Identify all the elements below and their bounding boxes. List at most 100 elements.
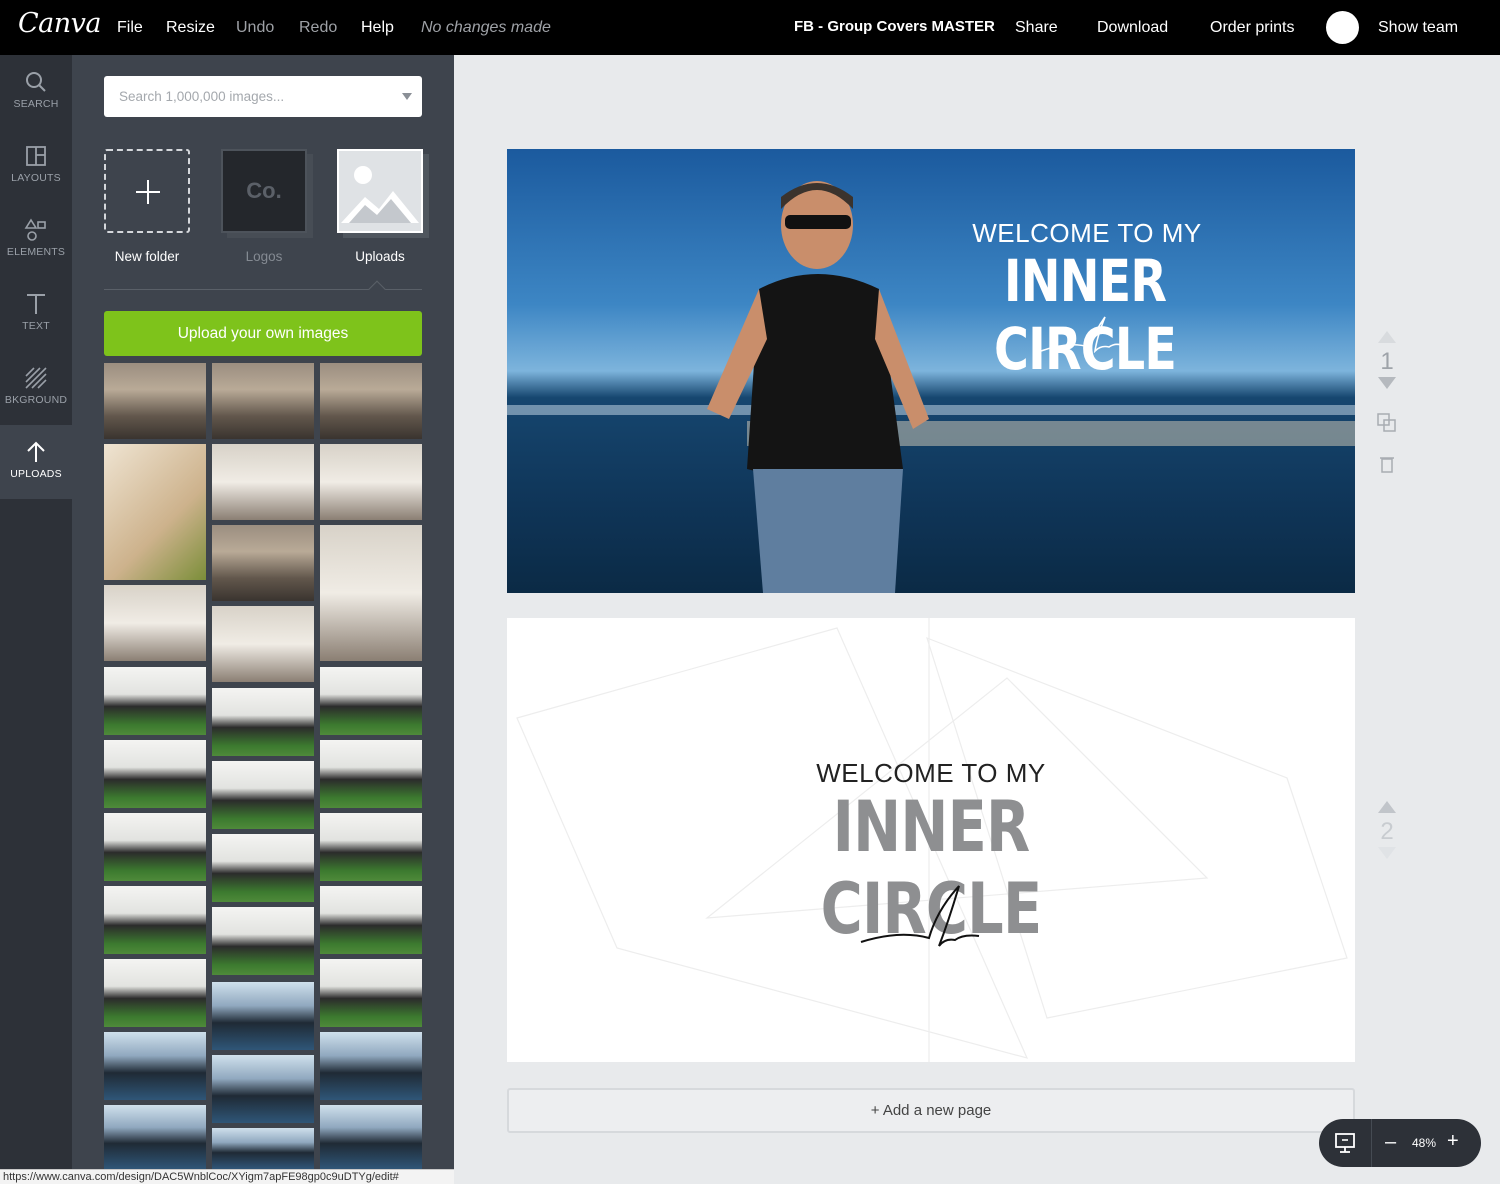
uploads-folder-tile <box>337 149 423 233</box>
resize-menu[interactable]: Resize <box>166 19 215 37</box>
logos-folder-tile: Co. <box>221 149 307 233</box>
upload-thumbnail[interactable] <box>104 813 206 881</box>
upload-thumbnail[interactable] <box>320 444 422 520</box>
share-button[interactable]: Share <box>1015 19 1058 37</box>
nav-item-layouts[interactable]: LAYOUTS <box>0 129 72 203</box>
nav-item-search[interactable]: SEARCH <box>0 55 72 129</box>
upload-thumbnail[interactable] <box>212 761 314 829</box>
order-prints-button[interactable]: Order prints <box>1210 19 1294 37</box>
upload-thumbnail[interactable] <box>212 525 314 601</box>
page-2-controls: 2 <box>1372 800 1402 864</box>
page-2-number: 2 <box>1380 818 1394 845</box>
layouts-icon <box>26 146 46 166</box>
active-folder-indicator <box>368 280 386 298</box>
upload-thumbnail[interactable] <box>320 1032 422 1100</box>
nav-item-background[interactable]: BKGROUND <box>0 351 72 425</box>
delete-page-icon[interactable] <box>1376 453 1398 475</box>
top-bar: Canva File Resize Undo Redo Help No chan… <box>0 0 1500 55</box>
nav-item-text[interactable]: TEXT <box>0 277 72 351</box>
nav-label-search: SEARCH <box>13 98 59 110</box>
design-page-1[interactable]: WELCOME TO MY INNER CIRCLE <box>507 149 1355 593</box>
upload-thumbnail[interactable] <box>320 363 422 439</box>
nav-label-elements: ELEMENTS <box>6 246 66 258</box>
upload-thumbnail[interactable] <box>104 1032 206 1100</box>
duplicate-page-icon[interactable] <box>1376 412 1398 434</box>
upload-thumbnail[interactable] <box>212 907 314 975</box>
upload-thumbnail[interactable] <box>212 606 314 682</box>
image-placeholder-icon <box>341 166 419 223</box>
design-page-2[interactable]: WELCOME TO MY INNER CIRCLE <box>507 618 1355 1062</box>
zoom-out-button[interactable]: – <box>1385 1131 1396 1154</box>
upload-thumbnail[interactable] <box>104 667 206 735</box>
undo-button[interactable]: Undo <box>236 19 274 37</box>
move-up-icon[interactable] <box>1378 331 1396 343</box>
move-up-icon[interactable] <box>1378 801 1396 813</box>
text-icon <box>27 294 45 314</box>
new-folder-button[interactable]: New folder <box>104 149 190 264</box>
nav-label-background: BKGROUND <box>4 394 68 406</box>
background-icon <box>25 367 47 389</box>
add-page-button[interactable]: + Add a new page <box>507 1088 1355 1133</box>
upload-thumbnail[interactable] <box>212 444 314 520</box>
upload-thumbnail[interactable] <box>104 1105 206 1169</box>
upload-thumbnail[interactable] <box>320 813 422 881</box>
upload-thumbnail[interactable] <box>104 585 206 661</box>
upload-thumbnail[interactable] <box>212 363 314 439</box>
canva-logo[interactable]: Canva <box>18 8 102 39</box>
help-menu[interactable]: Help <box>361 19 394 37</box>
page-1-welcome-text[interactable]: WELCOME TO MY <box>927 218 1247 249</box>
uploads-folder-label: Uploads <box>355 249 405 264</box>
zoom-in-button[interactable]: + <box>1447 1130 1459 1153</box>
nav-item-elements[interactable]: ELEMENTS <box>0 203 72 277</box>
upload-thumbnail[interactable] <box>320 667 422 735</box>
download-button[interactable]: Download <box>1097 19 1168 37</box>
page-1-number: 1 <box>1380 348 1394 375</box>
upload-thumbnail[interactable] <box>212 688 314 756</box>
upload-thumbnail[interactable] <box>212 982 314 1050</box>
upload-thumbnail[interactable] <box>104 886 206 954</box>
present-icon[interactable] <box>1333 1131 1357 1155</box>
image-search <box>104 76 422 117</box>
uploads-panel: New folder Co. Logos Uploads Upload your… <box>72 55 454 1169</box>
design-title[interactable]: FB - Group Covers MASTER <box>794 18 995 35</box>
nav-label-uploads: UPLOADS <box>10 468 62 480</box>
upload-thumbnail[interactable] <box>212 1055 314 1123</box>
zoom-level[interactable]: 48% <box>1409 1136 1439 1150</box>
upload-thumbnail[interactable] <box>212 834 314 902</box>
signature-image[interactable] <box>859 880 983 960</box>
nav-label-text: TEXT <box>22 320 50 332</box>
upload-images-button[interactable]: Upload your own images <box>104 311 422 356</box>
upload-thumbnail[interactable] <box>104 444 206 580</box>
file-menu[interactable]: File <box>117 19 143 37</box>
move-down-icon[interactable] <box>1378 847 1396 859</box>
elements-icon <box>24 218 46 241</box>
left-nav: SEARCH LAYOUTS ELEMENTS TEXT BKGROUND UP… <box>0 55 72 1169</box>
zoom-divider <box>1371 1119 1372 1167</box>
avatar[interactable] <box>1326 11 1359 44</box>
move-down-icon[interactable] <box>1378 377 1396 389</box>
upload-thumbnail[interactable] <box>320 740 422 808</box>
uploads-folder[interactable]: Uploads <box>337 149 423 264</box>
upload-thumbnail[interactable] <box>320 1105 422 1169</box>
show-team-button[interactable]: Show team <box>1378 19 1458 37</box>
chevron-down-icon[interactable] <box>402 93 412 100</box>
upload-thumbnail[interactable] <box>104 740 206 808</box>
nav-item-uploads[interactable]: UPLOADS <box>0 425 72 499</box>
upload-thumbnail[interactable] <box>212 1128 314 1169</box>
upload-thumbnail[interactable] <box>320 886 422 954</box>
image-search-input[interactable] <box>104 76 394 117</box>
search-icon <box>26 72 46 92</box>
page-2-welcome-text[interactable]: WELCOME TO MY <box>731 758 1131 789</box>
signature-image[interactable] <box>1039 311 1129 361</box>
redo-button[interactable]: Redo <box>299 19 337 37</box>
logos-mark: Co. <box>246 178 282 203</box>
save-status: No changes made <box>421 19 551 36</box>
logos-folder[interactable]: Co. Logos <box>221 149 307 264</box>
upload-icon <box>27 441 45 462</box>
upload-thumbnail[interactable] <box>320 959 422 1027</box>
upload-thumbnail[interactable] <box>320 525 422 661</box>
upload-thumbnail[interactable] <box>104 959 206 1027</box>
upload-thumbnail[interactable] <box>104 363 206 439</box>
new-folder-label: New folder <box>114 249 180 264</box>
nav-label-layouts: LAYOUTS <box>11 172 61 184</box>
